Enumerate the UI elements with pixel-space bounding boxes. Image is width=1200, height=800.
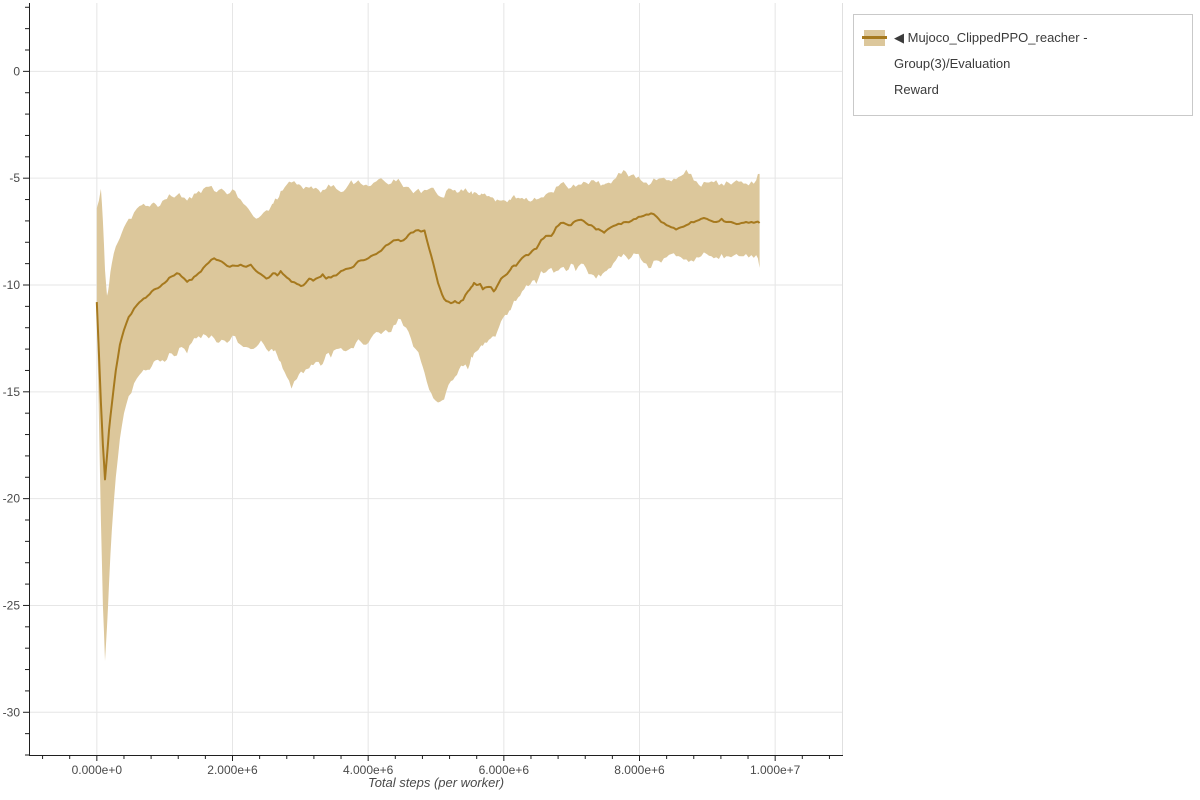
legend-item[interactable]: ◀ Mujoco_ClippedPPO_reacher - Group(3)/E… (862, 25, 1180, 103)
y-tick-label: -30 (3, 705, 21, 719)
coach-dashboard: 0.000e+0 2.000e+6 4.000e+6 6.000e+6 8.000e+6… (0, 0, 1200, 800)
y-tick-label: -5 (9, 171, 20, 185)
legend-label: ◀ Mujoco_ClippedPPO_reacher - Group(3)/E… (894, 25, 1180, 103)
y-tick-label: -10 (3, 278, 21, 292)
legend-swatch (862, 30, 887, 46)
reward-plot[interactable]: 0.000e+0 2.000e+6 4.000e+6 6.000e+6 8.000e+6… (0, 0, 847, 800)
y-tick-label: -25 (3, 598, 21, 612)
y-tick-label: 0 (13, 64, 20, 78)
legend-panel: ◀ Mujoco_ClippedPPO_reacher - Group(3)/E… (853, 14, 1193, 116)
legend-label-line2: Reward (894, 82, 939, 97)
y-tick-label: -20 (3, 492, 21, 506)
y-tick-label: -15 (3, 385, 21, 399)
x-axis-title: Total steps (per worker) (367, 775, 505, 790)
legend-label-line1: ◀ Mujoco_ClippedPPO_reacher - Group(3)/E… (894, 30, 1088, 71)
legend-line-swatch (862, 36, 887, 39)
chart-svg[interactable]: 0.000e+0 2.000e+6 4.000e+6 6.000e+6 8.000e+6… (0, 0, 847, 800)
